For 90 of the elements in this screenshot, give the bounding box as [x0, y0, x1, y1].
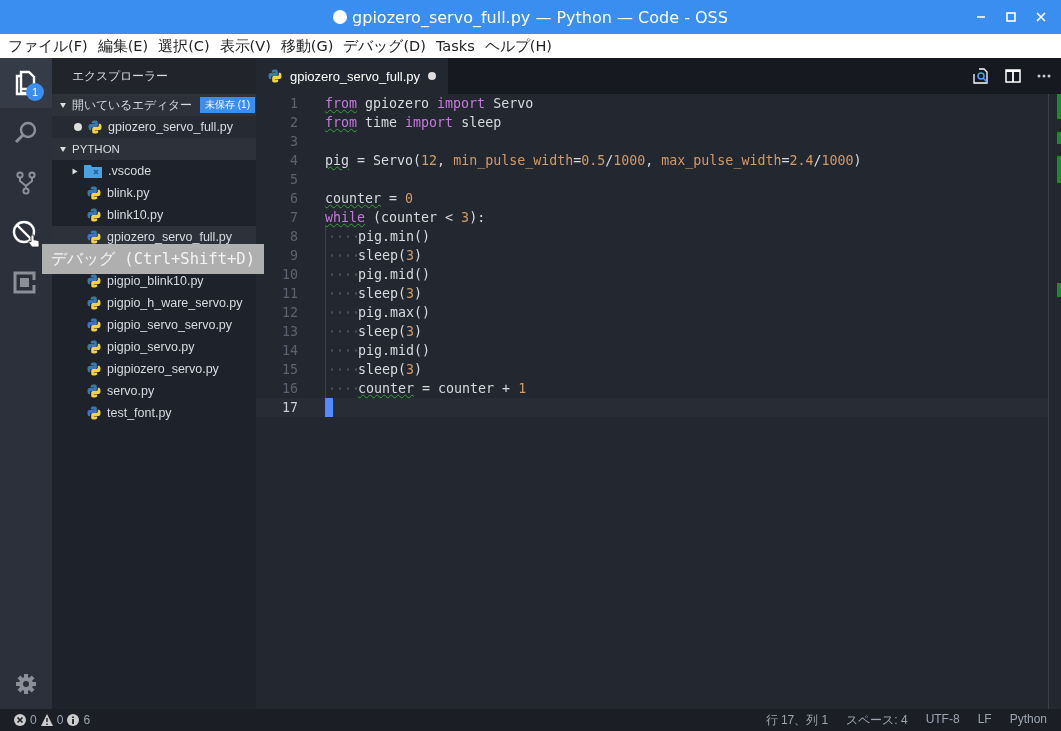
line-number: 15 [281, 362, 299, 377]
open-editor-item[interactable]: gpiozero_servo_full.py [52, 116, 256, 138]
line-number: 11 [281, 286, 299, 301]
line-number: 1 [289, 96, 299, 111]
code-line: pig.max() [358, 305, 431, 320]
python-file-icon [268, 69, 282, 83]
menu-item[interactable]: デバッグ(D) [343, 36, 426, 56]
info-icon [67, 714, 80, 726]
file-item[interactable]: servo.py [52, 380, 256, 402]
menu-item[interactable]: 表示(V) [219, 36, 271, 56]
unsaved-badge: 未保存 (1) [200, 97, 255, 113]
window-title: gpiozero_servo_full.py — Python — Code - OSS [352, 7, 728, 27]
line-number: 4 [289, 153, 299, 168]
file-item[interactable]: blink.py [52, 182, 256, 204]
count-badge: 1 [26, 83, 44, 101]
line-number: 9 [289, 248, 299, 263]
python-file-icon [87, 208, 101, 222]
code-line: counter = 0 [325, 191, 414, 206]
info-count[interactable]: 6 [83, 713, 91, 727]
maximize-icon[interactable] [1003, 9, 1019, 25]
line-number: 14 [281, 343, 299, 358]
code-line: sleep(3) [358, 248, 423, 263]
code-line: sleep(3) [358, 324, 423, 339]
python-file-icon [88, 120, 102, 134]
python-file-icon [87, 186, 101, 200]
code-line: pig.min() [358, 229, 431, 244]
line-number: 13 [281, 324, 299, 339]
code-line: from time import sleep [325, 115, 502, 130]
status-item[interactable]: 行 17、列 1 [765, 711, 829, 729]
menu-item[interactable]: 編集(E) [97, 36, 149, 56]
file-item[interactable]: pigpiozero_servo.py [52, 358, 256, 380]
code-line: sleep(3) [358, 286, 423, 301]
line-number: 17 [281, 400, 299, 415]
file-item[interactable]: test_font.py [52, 402, 256, 424]
code-line: counter = counter + 1 [358, 381, 527, 396]
menu-item[interactable]: 選択(C) [158, 36, 210, 56]
preview-search-icon[interactable] [973, 68, 989, 84]
warning-count[interactable]: 0 [56, 713, 64, 727]
code-line: sleep(3) [358, 362, 423, 377]
search-icon [13, 120, 39, 146]
folder-icon [84, 164, 102, 178]
python-file-icon [87, 274, 101, 288]
status-item[interactable]: Python [1009, 711, 1047, 729]
code-line: pig = Servo(12, min_pulse_width=0.5/1000, max_pulse_width=2.4/1000) [325, 153, 862, 168]
line-number: 12 [281, 305, 299, 320]
menu-item[interactable]: ファイル(F) [8, 36, 88, 56]
python-file-icon [87, 384, 101, 398]
python-file-icon [87, 230, 101, 244]
file-item[interactable]: .vscode [52, 160, 256, 182]
tooltip: デバッグ (Ctrl+Shift+D) [42, 244, 264, 274]
line-number: 2 [289, 115, 299, 130]
more-icon[interactable] [1037, 74, 1051, 78]
code-line: while (counter < 3): [325, 210, 486, 225]
code-line: from gpiozero import Servo [325, 96, 534, 111]
line-number: 8 [289, 229, 299, 244]
file-item[interactable]: blink10.py [52, 204, 256, 226]
menu-item[interactable]: Tasks [435, 38, 475, 54]
branch-icon [13, 170, 39, 196]
status-item[interactable]: スペース: 4 [846, 711, 908, 729]
text-cursor [325, 398, 333, 417]
section-header[interactable]: PYTHON [52, 138, 256, 160]
panel-title: エクスプローラー [72, 68, 168, 84]
editor-tab[interactable]: gpiozero_servo_full.py [256, 58, 449, 94]
line-number: 6 [289, 191, 299, 206]
line-number: 7 [289, 210, 299, 225]
extensions-icon [13, 270, 39, 296]
line-number: 16 [281, 381, 299, 396]
menu-item[interactable]: 移動(G) [280, 36, 334, 56]
code-line: pig.mid() [358, 343, 431, 358]
line-number: 3 [289, 134, 299, 149]
status-item[interactable]: LF [977, 711, 992, 729]
error-count[interactable]: 0 [30, 713, 37, 727]
file-item[interactable]: pigpio_h_ware_servo.py [52, 292, 256, 314]
menu-item[interactable]: ヘルプ(H) [484, 36, 552, 56]
split-editor-icon[interactable] [1005, 69, 1021, 83]
code-line: pig.mid() [358, 267, 431, 282]
file-item[interactable]: pigpio_servo.py [52, 336, 256, 358]
python-file-icon [87, 296, 101, 310]
python-file-icon [87, 340, 101, 354]
line-number: 10 [281, 267, 299, 282]
section-header[interactable]: 開いているエディター 未保存 (1) [52, 94, 256, 116]
python-file-icon [87, 318, 101, 332]
python-file-icon [87, 362, 101, 376]
warning-icon [40, 714, 53, 726]
status-item[interactable]: UTF-8 [925, 711, 960, 729]
file-item[interactable]: pigpio_servo_servo.py [52, 314, 256, 336]
line-number: 5 [289, 172, 299, 187]
hand-cursor-icon [28, 234, 40, 248]
error-icon [14, 714, 26, 726]
python-file-icon [87, 406, 101, 420]
